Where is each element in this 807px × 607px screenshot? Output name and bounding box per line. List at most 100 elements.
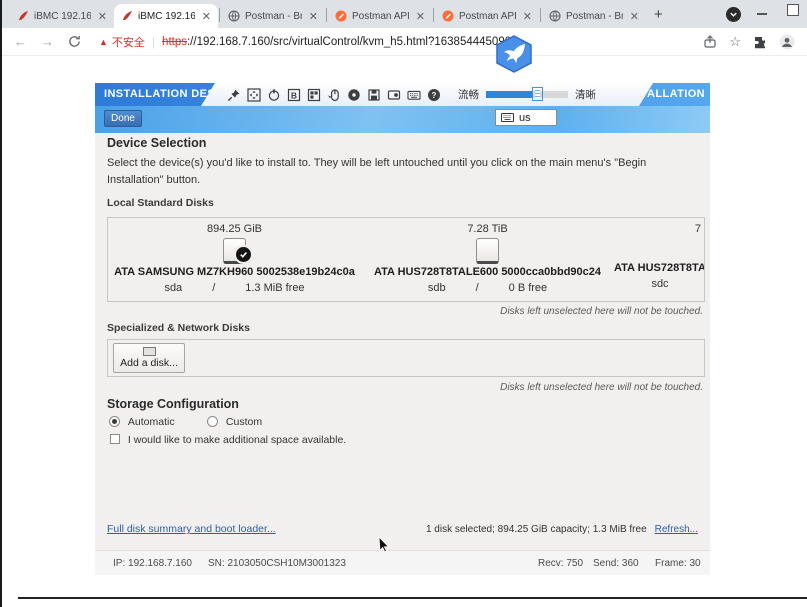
tab-label: Postman API Platfo <box>352 11 409 22</box>
disk-dev: sda <box>164 282 182 294</box>
disk-mount: / <box>212 282 215 294</box>
kvm-viewer: INSTALLATION DEST STALLATION B ? 流畅 清晰 <box>95 83 710 575</box>
address-bar: ← → ▲ 不安全 | https://192.168.7.160/src/vi… <box>0 28 807 56</box>
bookmark-star-icon[interactable]: ☆ <box>729 34 741 50</box>
disk-free: 0 B free <box>509 282 548 294</box>
maximize-button[interactable] <box>787 4 799 16</box>
done-button[interactable]: Done <box>104 110 142 127</box>
additional-space-checkbox[interactable]: I would like to make additional space av… <box>110 434 346 446</box>
floppy-icon[interactable] <box>365 86 382 103</box>
tab-close-icon[interactable]: ✕ <box>307 10 318 23</box>
virtual-keyboard-icon[interactable] <box>405 86 422 103</box>
disk-selected-check-icon <box>234 245 253 264</box>
thunder-download-icon[interactable] <box>494 35 534 73</box>
svg-text:B: B <box>290 90 296 100</box>
screen-layout-icon[interactable] <box>305 86 322 103</box>
tab-close-icon[interactable]: ✕ <box>628 10 639 23</box>
unselected-note: Disks left unselected here will not be t… <box>500 306 703 317</box>
status-recv: Recv: 750 <box>538 558 583 569</box>
unselected-note: Disks left unselected here will not be t… <box>500 382 703 393</box>
radio-selected-icon[interactable] <box>109 416 120 427</box>
keyboard-layout-indicator[interactable]: us <box>495 109 557 126</box>
postman-favicon <box>335 10 347 22</box>
forward-icon[interactable]: → <box>41 34 54 49</box>
disk-sdb[interactable]: 7.28 TiB ATA HUS728T8TALE600 5000cca0bbd… <box>361 218 614 301</box>
ibmc-favicon <box>121 10 133 22</box>
slider-fill <box>486 91 532 98</box>
display-record-icon[interactable] <box>385 86 402 103</box>
disk-sdc[interactable]: 7 ATA HUS728T8TAL sdc <box>614 218 705 301</box>
tab-close-icon[interactable]: ✕ <box>200 10 211 23</box>
share-icon[interactable] <box>703 35 717 49</box>
globe-favicon <box>228 10 240 22</box>
extensions-puzzle-icon[interactable] <box>753 35 767 49</box>
pin-icon[interactable] <box>225 86 242 103</box>
disk-free: 1.3 MiB free <box>245 282 304 294</box>
local-disks-panel: 894.25 GiB ATA SAMSUNG MZ7KH960 5002538e… <box>107 217 705 302</box>
tab-ibmc-2-active[interactable]: iBMC 192.168.7.16 ✕ <box>114 4 218 28</box>
network-disks-label: Specialized & Network Disks <box>107 322 250 334</box>
tab-label: Postman - Browse <box>245 11 302 22</box>
quality-slider[interactable] <box>486 91 568 98</box>
tab-close-icon[interactable]: ✕ <box>96 10 107 23</box>
checkbox-icon[interactable] <box>110 434 120 444</box>
mouse-cursor <box>378 536 390 552</box>
radio-unselected-icon[interactable] <box>207 416 218 427</box>
window-edge-left <box>0 0 2 607</box>
radio-automatic[interactable]: Automatic <box>109 416 175 428</box>
installer-subheader: Done us <box>95 106 710 133</box>
quality-slider-group: 流畅 清晰 <box>458 87 596 102</box>
tab-close-icon[interactable]: ✕ <box>521 10 532 23</box>
tab-label: iBMC 192.168.7.16 <box>138 11 195 22</box>
tab-postman-api-2[interactable]: Postman API Platfo ✕ <box>435 4 539 28</box>
status-sn: SN: 2103050CSH10M3001323 <box>208 558 346 569</box>
installer-title-left: INSTALLATION DEST <box>104 88 222 100</box>
tab-label: Postman API Platfo <box>459 11 516 22</box>
disk-dev: sdc <box>651 278 668 290</box>
tab-close-icon[interactable]: ✕ <box>414 10 425 23</box>
tab-label: Postman - Browse <box>566 11 623 22</box>
keyboard-layout-value: us <box>519 112 531 124</box>
globe-favicon <box>549 10 561 22</box>
url-scheme: https <box>162 36 187 48</box>
new-tab-button[interactable]: + <box>654 6 663 23</box>
media-control-icon[interactable] <box>726 7 741 22</box>
local-disks-label: Local Standard Disks <box>107 197 214 209</box>
cd-rom-icon[interactable] <box>345 86 362 103</box>
full-disk-summary-link[interactable]: Full disk summary and boot loader... <box>107 523 276 535</box>
status-ip: IP: 192.168.7.160 <box>113 558 192 569</box>
disk-drive-icon <box>476 238 499 264</box>
back-icon[interactable]: ← <box>14 34 27 49</box>
installer-footer: Full disk summary and boot loader... 1 d… <box>107 523 698 535</box>
disk-size: 894.25 GiB <box>108 223 361 235</box>
minimize-button[interactable] <box>757 13 767 15</box>
slider-handle[interactable] <box>532 87 543 101</box>
help-icon[interactable]: ? <box>425 86 442 103</box>
url-text[interactable]: https://192.168.7.160/src/virtualControl… <box>162 36 517 48</box>
security-warning[interactable]: ▲ 不安全 <box>99 34 145 50</box>
power-icon[interactable] <box>265 86 282 103</box>
fullscreen-icon[interactable] <box>245 86 262 103</box>
add-disk-button[interactable]: Add a disk... <box>113 343 185 373</box>
disk-dev: sdb <box>428 282 446 294</box>
slider-label-smooth: 流畅 <box>458 87 479 102</box>
refresh-link[interactable]: Refresh... <box>655 524 698 535</box>
disk-sda[interactable]: 894.25 GiB ATA SAMSUNG MZ7KH960 5002538e… <box>108 218 361 301</box>
device-selection-description: Select the device(s) you'd like to insta… <box>107 155 699 188</box>
profile-avatar[interactable] <box>779 34 795 50</box>
status-send: Send: 360 <box>593 558 639 569</box>
boot-options-icon[interactable]: B <box>285 86 302 103</box>
tab-ibmc-1[interactable]: iBMC 192.168.7.16 ✕ <box>10 4 114 28</box>
refresh-icon[interactable] <box>68 35 81 48</box>
tab-postman-api-1[interactable]: Postman API Platfo ✕ <box>328 4 432 28</box>
disk-size: 7.28 TiB <box>361 223 614 235</box>
storage-config-title: Storage Configuration <box>107 397 239 411</box>
tab-separator <box>219 8 220 22</box>
radio-custom[interactable]: Custom <box>207 416 262 428</box>
mouse-settings-icon[interactable] <box>325 86 342 103</box>
disk-mount: / <box>476 282 479 294</box>
tab-postman-browse-1[interactable]: Postman - Browse ✕ <box>221 4 325 28</box>
url-separator: | <box>152 35 155 49</box>
tab-postman-browse-2[interactable]: Postman - Browse ✕ <box>542 4 646 28</box>
tab-strip: iBMC 192.168.7.16 ✕ iBMC 192.168.7.16 ✕ … <box>0 0 807 28</box>
